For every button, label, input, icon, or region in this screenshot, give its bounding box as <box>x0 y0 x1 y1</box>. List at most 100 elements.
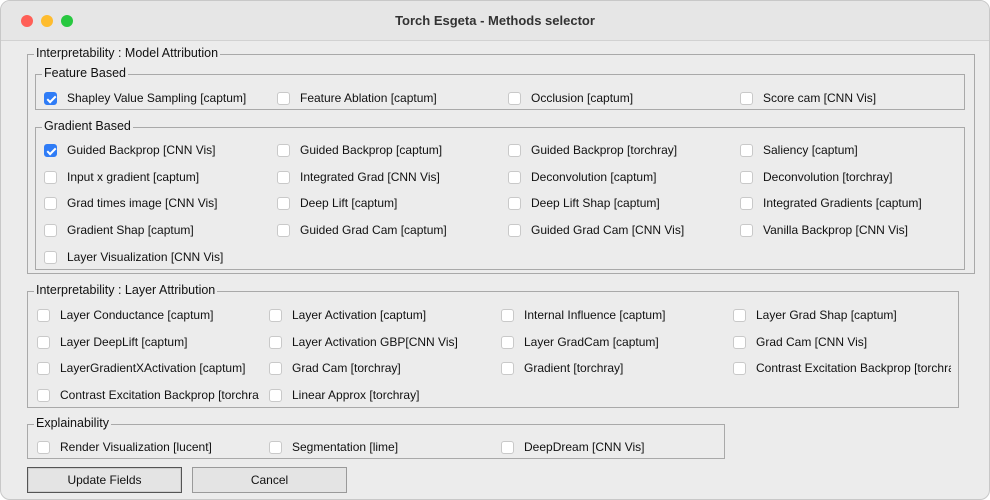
checkbox-label: Score cam [CNN Vis] <box>763 91 877 105</box>
checkbox-contrast-excitation-backprop-b[interactable]: Contrast Excitation Backprop [torchray <box>37 386 259 404</box>
checkbox-label: Deep Lift [captum] <box>300 196 398 210</box>
checkbox-box[interactable] <box>501 440 514 454</box>
checkbox-box[interactable] <box>508 223 521 237</box>
checkbox-score-cam[interactable]: Score cam [CNN Vis] <box>740 89 876 107</box>
checkbox-label: Guided Grad Cam [CNN Vis] <box>531 223 685 237</box>
checkbox-guided-backprop-cnnvis[interactable]: Guided Backprop [CNN Vis] <box>44 141 216 159</box>
checkbox-label: Grad Cam [CNN Vis] <box>756 335 868 349</box>
checkbox-box[interactable] <box>740 143 753 157</box>
checkbox-label: Feature Ablation [captum] <box>300 91 437 105</box>
checkbox-box[interactable] <box>508 91 521 105</box>
checkbox-deconvolution-torchray[interactable]: Deconvolution [torchray] <box>740 168 892 186</box>
checkbox-box[interactable] <box>740 196 753 210</box>
checkbox-gradient-shap[interactable]: Gradient Shap [captum] <box>44 221 194 239</box>
checkbox-box[interactable] <box>508 170 521 184</box>
checkbox-box[interactable] <box>37 440 50 454</box>
cancel-button[interactable]: Cancel <box>192 467 347 493</box>
checkbox-layer-grad-shap[interactable]: Layer Grad Shap [captum] <box>733 306 897 324</box>
checkbox-box[interactable] <box>44 170 57 184</box>
checkbox-guided-backprop-captum[interactable]: Guided Backprop [captum] <box>277 141 442 159</box>
checkbox-deep-lift-shap[interactable]: Deep Lift Shap [captum] <box>508 194 660 212</box>
checkbox-feature-ablation[interactable]: Feature Ablation [captum] <box>277 89 437 107</box>
checkbox-render-visualization[interactable]: Render Visualization [lucent] <box>37 438 212 456</box>
checkbox-box[interactable] <box>733 361 746 375</box>
checkbox-shapley-value-sampling[interactable]: Shapley Value Sampling [captum] <box>44 89 246 107</box>
checkbox-box[interactable] <box>269 361 282 375</box>
gradient-based-legend: Gradient Based <box>42 119 133 133</box>
checkbox-label: Integrated Grad [CNN Vis] <box>300 170 440 184</box>
checkbox-occlusion[interactable]: Occlusion [captum] <box>508 89 633 107</box>
checkbox-box[interactable] <box>277 170 290 184</box>
checkbox-segmentation[interactable]: Segmentation [lime] <box>269 438 398 456</box>
checkbox-box[interactable] <box>44 250 57 264</box>
checkbox-box[interactable] <box>277 143 290 157</box>
checkbox-box[interactable] <box>269 388 282 402</box>
checkbox-label: Gradient Shap [captum] <box>67 223 194 237</box>
checkbox-saliency[interactable]: Saliency [captum] <box>740 141 858 159</box>
checkbox-box[interactable] <box>508 143 521 157</box>
checkbox-label: Linear Approx [torchray] <box>292 388 420 402</box>
checkbox-layer-deeplift[interactable]: Layer DeepLift [captum] <box>37 333 187 351</box>
checkbox-label: DeepDream [CNN Vis] <box>524 440 645 454</box>
checkbox-label: Layer Conductance [captum] <box>60 308 214 322</box>
model-attribution-legend: Interpretability : Model Attribution <box>34 46 221 60</box>
checkbox-integrated-gradients[interactable]: Integrated Gradients [captum] <box>740 194 922 212</box>
checkbox-box[interactable] <box>37 388 50 402</box>
checkbox-label: Segmentation [lime] <box>292 440 399 454</box>
checkbox-guided-backprop-torchray[interactable]: Guided Backprop [torchray] <box>508 141 677 159</box>
checkbox-box[interactable] <box>269 440 282 454</box>
update-fields-button[interactable]: Update Fields <box>27 467 182 493</box>
checkbox-grad-times-image[interactable]: Grad times image [CNN Vis] <box>44 194 218 212</box>
checkbox-box[interactable] <box>740 223 753 237</box>
checkbox-input-x-gradient[interactable]: Input x gradient [captum] <box>44 168 199 186</box>
checkbox-linear-approx[interactable]: Linear Approx [torchray] <box>269 386 419 404</box>
checkbox-vanilla-backprop[interactable]: Vanilla Backprop [CNN Vis] <box>740 221 908 239</box>
checkbox-integrated-grad-cnnvis[interactable]: Integrated Grad [CNN Vis] <box>277 168 440 186</box>
checkbox-box[interactable] <box>269 335 282 349</box>
checkbox-deepdream[interactable]: DeepDream [CNN Vis] <box>501 438 644 456</box>
checkbox-box[interactable] <box>733 335 746 349</box>
checkbox-box[interactable] <box>277 196 290 210</box>
checkbox-box[interactable] <box>44 223 57 237</box>
checkbox-box[interactable] <box>44 143 57 157</box>
checkbox-box[interactable] <box>37 335 50 349</box>
checkbox-contrast-excitation-backprop-a[interactable]: Contrast Excitation Backprop [torchray <box>733 359 951 377</box>
checkbox-label: Guided Backprop [torchray] <box>531 143 678 157</box>
checkbox-label: Layer Activation [captum] <box>292 308 427 322</box>
checkbox-internal-influence[interactable]: Internal Influence [captum] <box>501 306 665 324</box>
checkbox-box[interactable] <box>740 170 753 184</box>
checkbox-box[interactable] <box>44 196 57 210</box>
checkbox-gradient-torchray[interactable]: Gradient [torchray] <box>501 359 623 377</box>
checkbox-label: Layer Visualization [CNN Vis] <box>67 250 224 264</box>
checkbox-box[interactable] <box>269 308 282 322</box>
checkbox-label: Integrated Gradients [captum] <box>763 196 922 210</box>
checkbox-box[interactable] <box>501 335 514 349</box>
checkbox-box[interactable] <box>37 361 50 375</box>
checkbox-box[interactable] <box>44 91 57 105</box>
checkbox-box[interactable] <box>740 91 753 105</box>
checkbox-grad-cam-cnnvis[interactable]: Grad Cam [CNN Vis] <box>733 333 867 351</box>
checkbox-grad-cam-torchray[interactable]: Grad Cam [torchray] <box>269 359 401 377</box>
checkbox-layer-gradcam[interactable]: Layer GradCam [captum] <box>501 333 659 351</box>
checkbox-layer-visualization[interactable]: Layer Visualization [CNN Vis] <box>44 248 223 266</box>
checkbox-layer-gradient-x-activation[interactable]: LayerGradientXActivation [captum] <box>37 359 245 377</box>
explainability-legend: Explainability <box>34 416 111 430</box>
checkbox-box[interactable] <box>501 361 514 375</box>
checkbox-layer-activation-gbp[interactable]: Layer Activation GBP[CNN Vis] <box>269 333 458 351</box>
checkbox-guided-grad-cam-captum[interactable]: Guided Grad Cam [captum] <box>277 221 447 239</box>
checkbox-box[interactable] <box>508 196 521 210</box>
title-bar: Torch Esgeta - Methods selector <box>1 1 989 41</box>
checkbox-layer-conductance[interactable]: Layer Conductance [captum] <box>37 306 213 324</box>
checkbox-guided-grad-cam-cnnvis[interactable]: Guided Grad Cam [CNN Vis] <box>508 221 684 239</box>
checkbox-box[interactable] <box>733 308 746 322</box>
checkbox-label: Deconvolution [torchray] <box>763 170 893 184</box>
checkbox-box[interactable] <box>277 91 290 105</box>
checkbox-label: Guided Backprop [captum] <box>300 143 443 157</box>
checkbox-box[interactable] <box>277 223 290 237</box>
checkbox-box[interactable] <box>37 308 50 322</box>
checkbox-deep-lift[interactable]: Deep Lift [captum] <box>277 194 397 212</box>
checkbox-box[interactable] <box>501 308 514 322</box>
checkbox-label: Vanilla Backprop [CNN Vis] <box>763 223 908 237</box>
checkbox-layer-activation[interactable]: Layer Activation [captum] <box>269 306 426 324</box>
checkbox-deconvolution-captum[interactable]: Deconvolution [captum] <box>508 168 656 186</box>
